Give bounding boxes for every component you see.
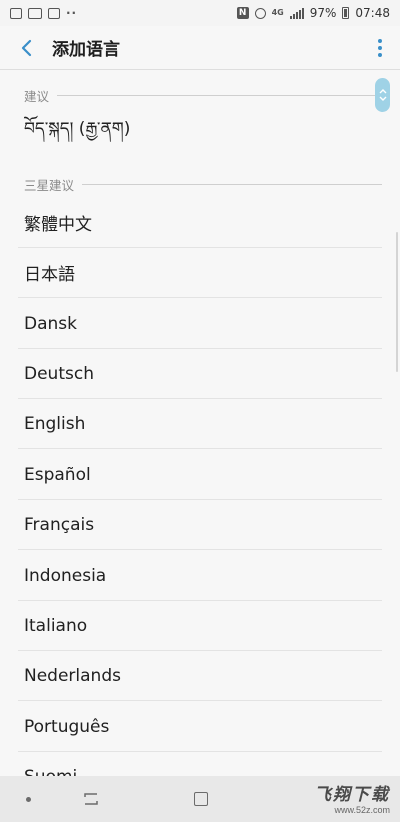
chevron-up-icon — [379, 89, 386, 94]
section-label: 三星建议 — [24, 178, 75, 193]
status-right: N 4G 97% 07:48 — [236, 6, 390, 20]
more-vert-icon — [378, 38, 382, 43]
home-button[interactable] — [186, 776, 216, 822]
fast-scroll-handle[interactable] — [375, 78, 390, 112]
language-item[interactable]: English — [18, 399, 382, 449]
network-type: 4G — [271, 8, 284, 17]
battery-percentage: 97% — [309, 6, 337, 20]
language-item[interactable]: Suomi — [18, 752, 382, 776]
language-item[interactable]: 日本語 — [18, 248, 382, 298]
battery-icon — [342, 7, 350, 19]
notification-app-icon — [28, 7, 42, 19]
language-item[interactable]: Português — [18, 702, 382, 752]
language-item[interactable]: Deutsch — [18, 349, 382, 399]
language-item[interactable]: Italiano — [18, 601, 382, 651]
language-item[interactable]: བོད་སྐད། (རྒྱ་ནག) — [18, 108, 382, 158]
shopping-bag-icon — [48, 7, 60, 19]
recents-button[interactable] — [76, 776, 106, 822]
language-item[interactable]: Español — [18, 450, 382, 500]
app-header: 添加语言 — [0, 26, 400, 70]
status-left: ·· — [10, 6, 77, 20]
status-time: 07:48 — [355, 6, 390, 20]
more-options-button[interactable] — [360, 26, 400, 70]
section-divider — [57, 95, 382, 96]
status-bar: ·· N 4G 97% 07:48 — [0, 0, 400, 26]
section-label: 建议 — [24, 89, 50, 104]
section-divider — [82, 184, 382, 185]
language-item[interactable]: 繁體中文 — [18, 198, 382, 248]
chevron-down-icon — [379, 96, 386, 101]
recents-icon — [84, 793, 98, 805]
nav-dot-icon — [25, 796, 31, 802]
nav-dot-button[interactable] — [14, 776, 42, 822]
home-icon — [194, 792, 208, 806]
language-item[interactable]: Dansk — [18, 299, 382, 349]
language-list[interactable]: 建议 བོད་སྐད། (རྒྱ་ནག) 三星建议 繁體中文 日本語 Dansk… — [0, 70, 400, 776]
alarm-icon — [254, 7, 266, 19]
gallery-icon — [10, 7, 22, 19]
language-item[interactable]: Indonesia — [18, 551, 382, 601]
scrollbar[interactable] — [396, 232, 398, 372]
language-item[interactable]: Français — [18, 500, 382, 550]
nfc-icon: N — [236, 7, 249, 19]
more-notifications-icon: ·· — [66, 6, 78, 20]
section-header-samsung: 三星建议 — [24, 175, 382, 194]
back-button[interactable] — [0, 26, 52, 70]
section-header-suggested: 建议 — [24, 86, 382, 105]
back-arrow-icon — [21, 39, 32, 56]
page-title: 添加语言 — [52, 40, 120, 60]
signal-icon — [289, 7, 304, 19]
language-item[interactable]: Nederlands — [18, 651, 382, 701]
navigation-bar — [0, 776, 400, 822]
